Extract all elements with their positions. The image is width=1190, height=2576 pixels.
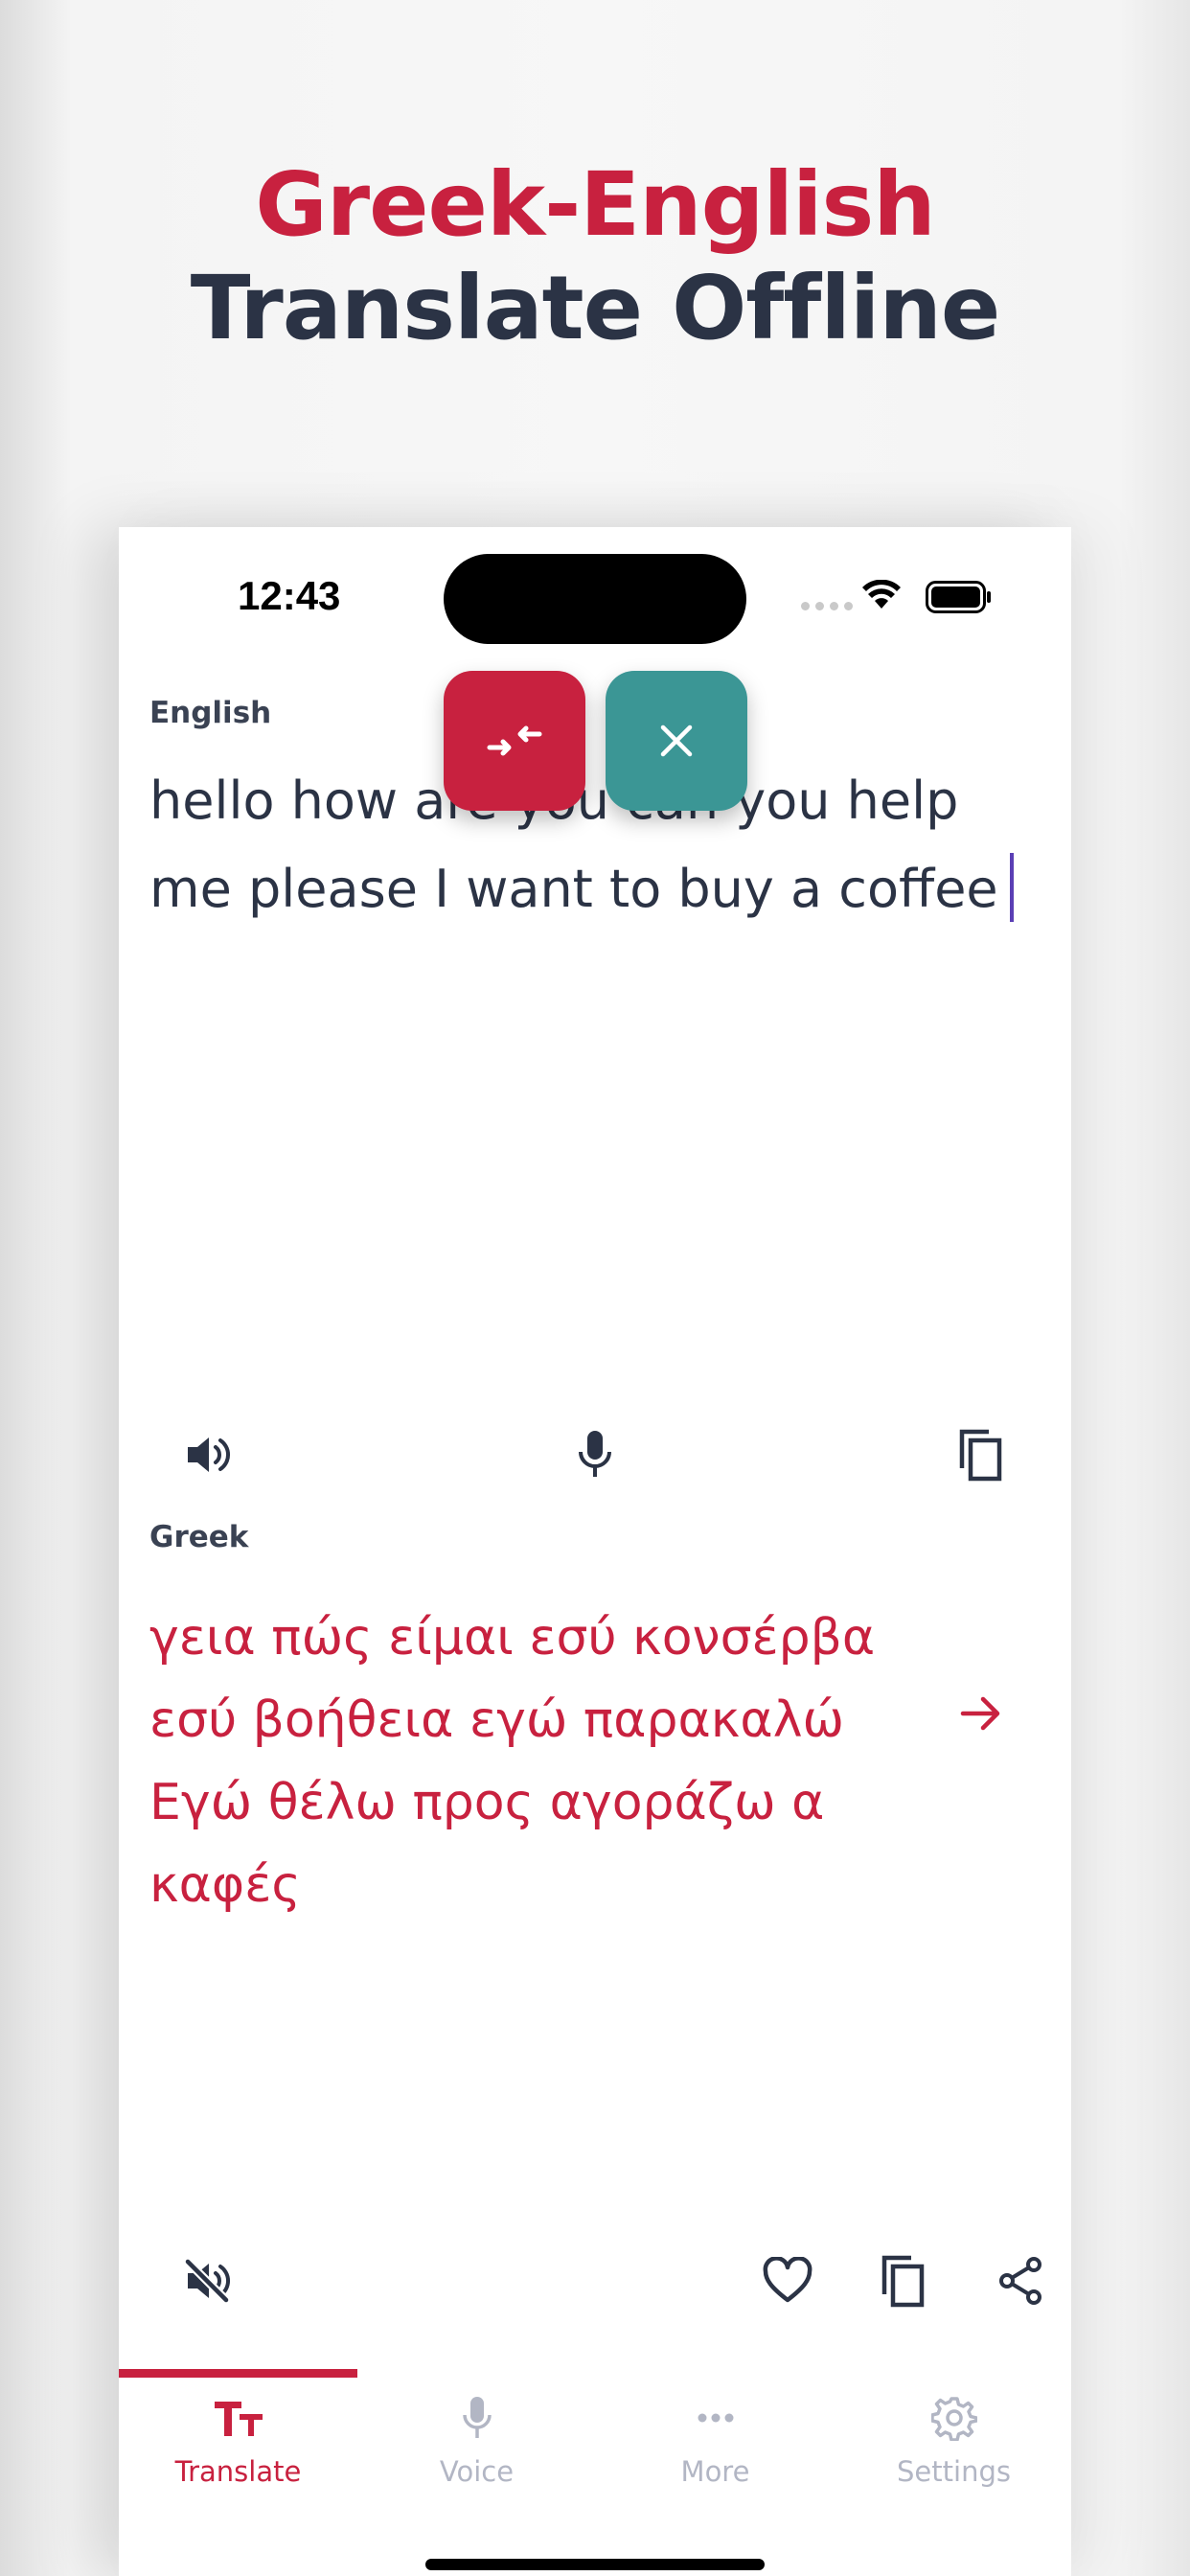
close-icon	[660, 724, 693, 757]
more-dots-icon	[698, 2413, 733, 2423]
promo-title-line2: Translate Offline	[190, 257, 1001, 359]
phone-screen: 12:43 English hello how are you can you …	[119, 527, 1071, 2576]
speak-translation-button[interactable]	[169, 2242, 245, 2319]
copy-icon	[959, 1429, 1002, 1482]
bottom-tab-bar: Translate Voice More Settings	[119, 2369, 1071, 2576]
speak-source-button[interactable]	[169, 1416, 245, 1493]
speaker-icon	[188, 1438, 230, 1472]
text-caret	[1009, 853, 1014, 922]
favorite-button[interactable]	[749, 2242, 826, 2319]
tab-label: Settings	[897, 2455, 1011, 2488]
share-icon	[999, 2257, 1041, 2305]
clear-text-button[interactable]	[606, 671, 747, 811]
tab-label: Translate	[174, 2455, 302, 2488]
tab-settings[interactable]: Settings	[835, 2388, 1071, 2503]
heart-icon	[763, 2257, 812, 2303]
open-translation-button[interactable]	[943, 1675, 1019, 1752]
microphone-button[interactable]	[557, 1416, 633, 1493]
arrow-right-icon	[960, 1696, 1000, 1731]
swap-languages-button[interactable]	[444, 671, 585, 811]
battery-icon	[926, 581, 991, 613]
source-text-input[interactable]: hello how are you can you help me please…	[149, 757, 1031, 933]
share-button[interactable]	[982, 2242, 1059, 2319]
microphone-icon	[579, 1431, 611, 1477]
microphone-icon	[462, 2397, 492, 2438]
cellular-signal-icon	[801, 602, 853, 610]
tab-translate[interactable]: Translate	[119, 2388, 357, 2503]
wifi-icon	[862, 580, 901, 609]
source-language-label: English	[149, 696, 272, 730]
status-time: 12:43	[238, 573, 341, 618]
tab-more[interactable]: More	[596, 2388, 835, 2503]
copy-source-button[interactable]	[943, 1416, 1019, 1493]
copy-icon	[881, 2255, 925, 2308]
copy-translation-button[interactable]	[865, 2242, 942, 2319]
active-tab-indicator	[119, 2369, 357, 2378]
speaker-muted-icon	[184, 2258, 230, 2304]
home-indicator	[425, 2559, 765, 2570]
tab-label: More	[680, 2455, 750, 2488]
translation-text: γεια πώς είμαι εσύ κονσέρβα εσύ βοήθεια …	[149, 1609, 876, 1914]
tab-label: Voice	[439, 2455, 515, 2488]
dynamic-island	[444, 554, 746, 644]
text-size-icon	[214, 2402, 263, 2436]
promo-title-line1: Greek-English	[255, 153, 936, 256]
gear-icon	[930, 2397, 977, 2441]
swap-arrows-icon	[487, 725, 542, 756]
tab-voice[interactable]: Voice	[357, 2388, 596, 2503]
target-language-label: Greek	[149, 1520, 249, 1554]
